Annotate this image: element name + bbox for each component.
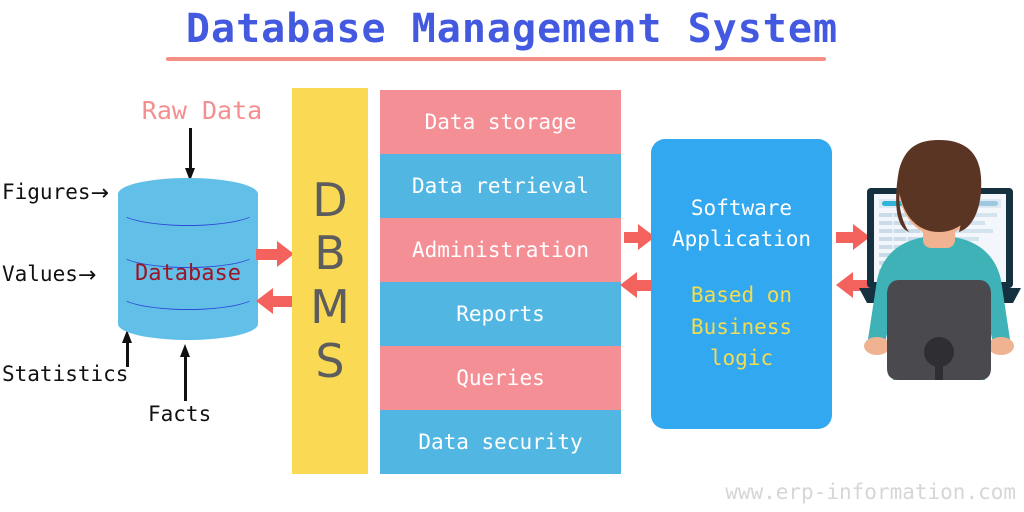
application-title-line1: Software <box>690 196 793 221</box>
dbms-letter-m: M <box>310 280 350 334</box>
arrow-dbms-to-db <box>256 288 294 314</box>
software-application-box: Software Application Based on Business l… <box>651 139 832 429</box>
application-subtitle-line1: Based on <box>690 283 793 308</box>
arrow-application-to-dbms <box>620 272 656 298</box>
dbms-letter-b: B <box>314 226 346 281</box>
values-arrow-icon: → <box>77 263 97 288</box>
dbms-letter-s: S <box>315 333 345 388</box>
raw-data-label: Raw Data <box>141 96 263 125</box>
watermark: www.erp-information.com <box>725 480 1016 504</box>
database-label: Database <box>135 261 241 286</box>
function-row-reports: Reports <box>380 282 621 346</box>
function-row-data-retrieval: Data retrieval <box>380 154 621 218</box>
database-cylinder-icon <box>118 178 258 340</box>
label-figures: Figures→ <box>2 180 109 206</box>
application-title: Software Application <box>672 193 811 254</box>
label-values-text: Values <box>2 262 78 286</box>
dbms-functions-list: Data storage Data retrieval Administrati… <box>380 90 621 474</box>
cylinder-ring-1 <box>118 194 258 226</box>
dbms-letter-d: D <box>312 172 348 227</box>
arrow-db-to-dbms <box>256 241 294 267</box>
dbms-column: D B M S <box>292 88 368 474</box>
label-statistics: Statistics <box>2 362 129 386</box>
application-subtitle-line3: logic <box>709 346 774 371</box>
page-title: Database Management System <box>185 6 839 52</box>
user-at-computer-illustration <box>855 140 1024 380</box>
application-subtitle: Based on Business logic <box>691 280 792 375</box>
facts-arrow-icon <box>180 344 190 401</box>
function-row-queries: Queries <box>380 346 621 410</box>
function-row-data-security: Data security <box>380 410 621 474</box>
function-row-data-storage: Data storage <box>380 90 621 154</box>
diagram-canvas: Database Management System Raw Data Figu… <box>0 0 1024 512</box>
label-figures-text: Figures <box>2 180 91 204</box>
raw-data-arrow-icon <box>185 128 195 181</box>
figures-arrow-icon: → <box>90 181 109 206</box>
label-facts: Facts <box>148 402 212 426</box>
function-row-administration: Administration <box>380 218 621 282</box>
arrow-dbms-to-application <box>624 224 655 250</box>
application-subtitle-line2: Business <box>690 314 793 339</box>
title-underline <box>166 57 826 61</box>
application-title-line2: Application <box>671 226 812 251</box>
cylinder-bottom <box>118 308 258 340</box>
label-values: Values→ <box>2 262 97 288</box>
